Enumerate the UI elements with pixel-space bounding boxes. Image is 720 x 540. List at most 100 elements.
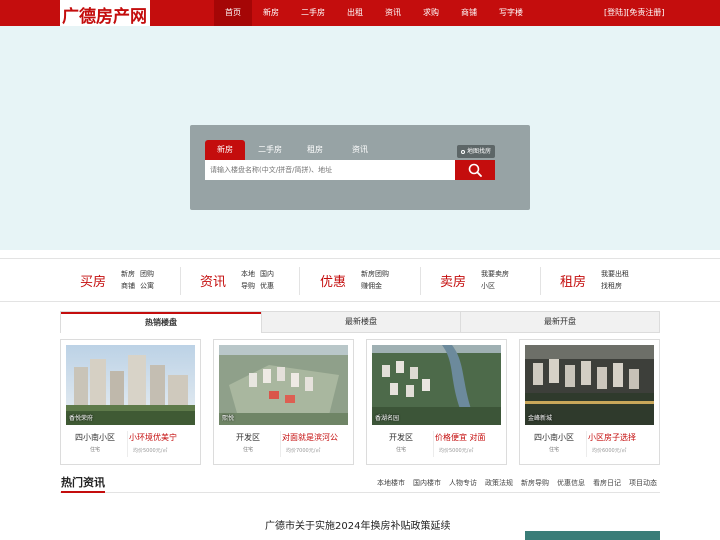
category-title-news[interactable]: 资讯 [200, 271, 226, 290]
nav-item-offices[interactable]: 写字楼 [488, 0, 534, 26]
news-link[interactable]: 本地楼市 [377, 479, 405, 487]
category-title-rent[interactable]: 租房 [560, 271, 586, 290]
category-link[interactable]: 找租房 [601, 282, 622, 290]
top-nav-bar: 广德房产网 首页 新房 二手房 出租 资讯 求购 商铺 写字楼 [登陆][免责注… [0, 0, 720, 27]
news-link[interactable]: 政策法规 [485, 479, 513, 487]
tab-newest[interactable]: 最新楼盘 [261, 312, 461, 332]
category-link[interactable]: 团购 [140, 270, 154, 278]
search-input[interactable] [205, 160, 455, 180]
map-search-button[interactable]: 地图找房 [457, 145, 495, 158]
listing-type: 住宅 [548, 447, 559, 453]
listing-name: 金峰新城 [528, 415, 553, 422]
tab-hot-sale[interactable]: 热销楼盘 [61, 312, 261, 333]
listing-name: 熙悦 [222, 415, 235, 422]
news-link[interactable]: 项目动态 [629, 479, 657, 487]
nav-item-news[interactable]: 资讯 [374, 0, 412, 26]
card-divider [586, 431, 587, 457]
card-divider [433, 431, 434, 457]
nav-item-new-homes[interactable]: 新房 [252, 0, 290, 26]
category-link[interactable]: 优惠 [260, 282, 274, 290]
login-link[interactable]: [登陆] [604, 8, 626, 17]
listing-slogan: 对面就是滨河公 [282, 433, 338, 442]
news-link[interactable]: 优惠信息 [557, 479, 585, 487]
map-search-label: 地图找房 [466, 148, 491, 155]
listing-slogan: 小区房子选择 [588, 433, 636, 442]
listing-area: 开发区 [236, 433, 260, 442]
category-title-deals[interactable]: 优惠 [320, 271, 346, 290]
nav-item-wanted[interactable]: 求购 [412, 0, 450, 26]
listing-card[interactable]: 金峰新城 四小南小区 住宅 小区房子选择 均价6000元/㎡ [519, 339, 660, 465]
category-links-news: 本地 国内 导购 优惠 [241, 268, 279, 292]
nav-item-second-hand[interactable]: 二手房 [290, 0, 336, 26]
search-button[interactable] [455, 160, 495, 180]
category-link[interactable]: 商铺 [121, 282, 135, 290]
category-link[interactable]: 赚佣金 [361, 282, 382, 290]
listing-area: 四小南小区 [75, 433, 115, 442]
card-divider [127, 431, 128, 457]
listing-type: 住宅 [242, 447, 253, 453]
listing-price: 均价5000元/㎡ [133, 448, 168, 454]
category-link[interactable]: 本地 [241, 270, 255, 278]
location-pin-icon [460, 149, 465, 154]
listing-tabs: 热销楼盘 最新楼盘 最新开盘 [60, 311, 660, 333]
nav-item-rent[interactable]: 出租 [336, 0, 374, 26]
search-tab-rent[interactable]: 租房 [295, 140, 335, 160]
listing-type: 住宅 [89, 447, 100, 453]
listing-name: 香悦荣府 [69, 415, 94, 422]
category-link[interactable]: 国内 [260, 270, 274, 278]
listing-slogan: 小环境优美宁 [129, 433, 177, 442]
search-tab-second-hand[interactable]: 二手房 [250, 140, 290, 160]
listing-card[interactable]: 香悦荣府 四小南小区 住宅 小环境优美宁 均价5000元/㎡ [60, 339, 201, 465]
category-link[interactable]: 公寓 [140, 282, 154, 290]
search-panel: 新房 二手房 租房 资讯 地图找房 [190, 125, 530, 210]
search-tab-news[interactable]: 资讯 [340, 140, 380, 160]
category-link[interactable]: 新房团购 [361, 270, 389, 278]
listing-price: 均价7000元/㎡ [286, 448, 321, 454]
category-links-rent: 我要出租 找租房 [601, 268, 634, 292]
category-link[interactable]: 我要卖房 [481, 270, 509, 278]
tab-new-openings[interactable]: 最新开盘 [460, 312, 660, 332]
search-tab-new[interactable]: 新房 [205, 140, 245, 160]
listing-name: 香湖名园 [375, 415, 400, 422]
category-divider [180, 267, 181, 295]
category-divider [540, 267, 541, 295]
news-link[interactable]: 国内楼市 [413, 479, 441, 487]
listing-slogan: 价格便宜 对面 [435, 433, 486, 442]
site-logo[interactable]: 广德房产网 [62, 2, 147, 27]
search-icon [468, 163, 482, 177]
listing-photo: 香湖名园 [372, 345, 501, 425]
listing-type: 住宅 [395, 447, 406, 453]
register-link[interactable]: [免责注册] [626, 8, 664, 17]
category-link[interactable]: 新房 [121, 270, 135, 278]
category-links-deals: 新房团购 赚佣金 [361, 268, 394, 292]
category-link[interactable]: 小区 [481, 282, 495, 290]
news-category-links: 本地楼市 国内楼市 人物专访 政策法规 新房导购 优惠信息 看房日记 项目动态 [369, 478, 657, 488]
nav-item-home[interactable]: 首页 [214, 0, 252, 26]
category-title-buy[interactable]: 买房 [80, 271, 106, 290]
card-divider [280, 431, 281, 457]
news-headline[interactable]: 广德市关于实施2024年换房补贴政策延续 [265, 517, 450, 532]
category-link[interactable]: 我要出租 [601, 270, 629, 278]
listing-photo: 金峰新城 [525, 345, 654, 425]
category-divider [420, 267, 421, 295]
listing-photo: 香悦荣府 [66, 345, 195, 425]
listing-card[interactable]: 香湖名园 开发区 住宅 价格便宜 对面 均价5000元/㎡ [366, 339, 507, 465]
news-link[interactable]: 看房日记 [593, 479, 621, 487]
category-link[interactable]: 导购 [241, 282, 255, 290]
category-divider [299, 267, 300, 295]
nav-item-shops[interactable]: 商铺 [450, 0, 488, 26]
listing-price: 均价5000元/㎡ [439, 448, 474, 454]
news-link[interactable]: 新房导购 [521, 479, 549, 487]
category-title-sell[interactable]: 卖房 [440, 271, 466, 290]
category-links-sell: 我要卖房 小区 [481, 268, 514, 292]
category-links-buy: 新房 团购 商铺 公寓 [121, 268, 159, 292]
hot-news-title: 热门资讯 [61, 474, 105, 493]
hot-news-header: 热门资讯 本地楼市 国内楼市 人物专访 政策法规 新房导购 优惠信息 看房日记 项目动态 [60, 474, 660, 493]
search-tabs: 新房 二手房 租房 资讯 [205, 140, 385, 160]
listing-card[interactable]: 熙悦 开发区 住宅 对面就是滨河公 均价7000元/㎡ [213, 339, 354, 465]
news-thumbnail[interactable] [525, 531, 660, 540]
listing-area: 开发区 [389, 433, 413, 442]
category-strip: 买房 新房 团购 商铺 公寓 资讯 本地 国内 导购 优惠 优惠 新房团购 赚佣金 卖房… [0, 258, 720, 302]
listing-photo: 熙悦 [219, 345, 348, 425]
news-link[interactable]: 人物专访 [449, 479, 477, 487]
